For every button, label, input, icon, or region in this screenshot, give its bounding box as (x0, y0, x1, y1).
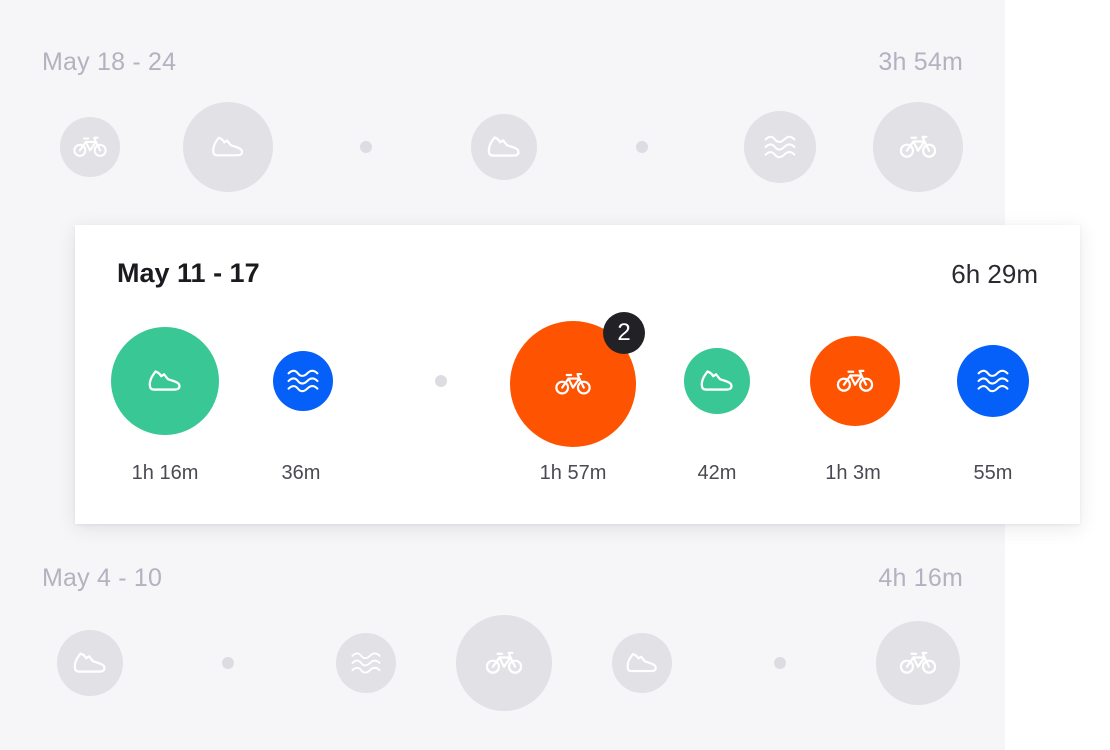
activity-run[interactable] (471, 114, 537, 180)
shoe-icon (485, 134, 523, 160)
activity-count-badge: 2 (603, 312, 645, 354)
shoe-icon (146, 368, 184, 394)
waves-icon (286, 368, 320, 394)
activity-run[interactable] (684, 348, 750, 414)
bicycle-icon (899, 651, 937, 675)
activity-bike[interactable] (456, 615, 552, 711)
week-title: May 18 - 24 (42, 48, 177, 76)
activity-run[interactable] (612, 633, 672, 693)
shoe-icon (209, 135, 247, 159)
week-card-may11[interactable]: May 11 - 17 6h 29m 1h 16m 36m 2 1h 57m 4… (75, 225, 1080, 524)
bicycle-icon (899, 135, 937, 159)
rest-day-dot (435, 375, 447, 387)
activity-bike[interactable] (60, 117, 120, 177)
rest-day-dot (774, 657, 786, 669)
bicycle-icon (555, 372, 591, 396)
waves-icon (763, 134, 797, 160)
week-title: May 4 - 10 (42, 564, 163, 592)
activity-swim[interactable] (336, 633, 396, 693)
bicycle-icon (836, 369, 874, 393)
waves-icon (350, 651, 382, 675)
shoe-icon (71, 650, 109, 676)
week-title: May 11 - 17 (117, 258, 260, 288)
activity-swim[interactable] (273, 351, 333, 411)
activity-swim[interactable] (957, 345, 1029, 417)
rest-day-dot (636, 141, 648, 153)
activity-bike[interactable] (873, 102, 963, 192)
activity-duration: 36m (281, 462, 321, 484)
activity-swim[interactable] (744, 111, 816, 183)
activity-duration: 55m (973, 462, 1013, 484)
bicycle-icon (485, 651, 523, 675)
activity-duration: 1h 3m (825, 462, 881, 484)
waves-icon (976, 368, 1010, 394)
week-total: 6h 29m (951, 259, 1038, 289)
week-total: 3h 54m (878, 48, 963, 76)
activity-duration: 42m (697, 462, 737, 484)
activity-run[interactable] (57, 630, 123, 696)
activity-bike[interactable] (810, 336, 900, 426)
bicycle-icon (73, 136, 107, 158)
activity-duration: 1h 16m (131, 462, 199, 484)
activity-run[interactable] (111, 327, 219, 435)
rest-day-dot (222, 657, 234, 669)
shoe-icon (624, 651, 660, 675)
activity-bike[interactable] (876, 621, 960, 705)
rest-day-dot (360, 141, 372, 153)
shoe-icon (698, 368, 736, 394)
activity-duration: 1h 57m (539, 462, 607, 484)
week-total: 4h 16m (878, 564, 963, 592)
activity-run[interactable] (183, 102, 273, 192)
